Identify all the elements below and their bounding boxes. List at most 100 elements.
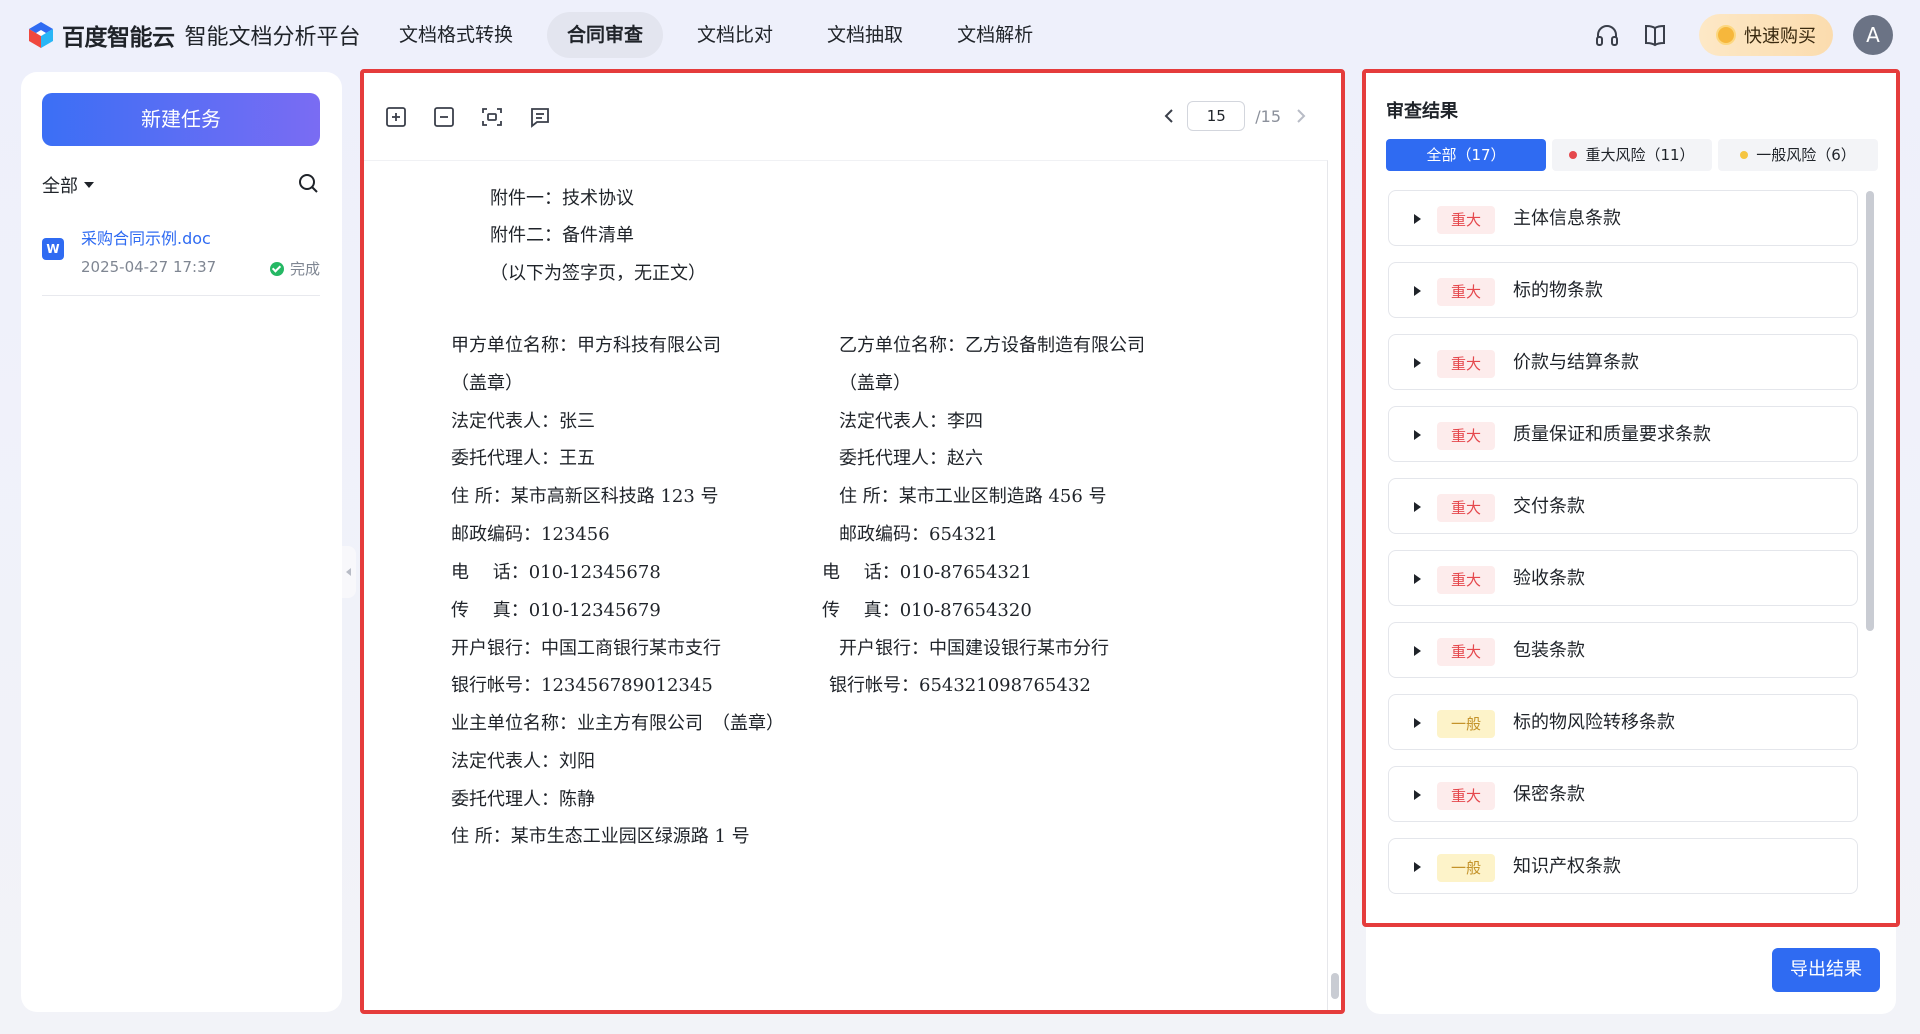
doc-line: （盖章） xyxy=(451,373,523,394)
export-results-button[interactable]: 导出结果 xyxy=(1772,948,1880,992)
doc-line: 邮政编码：654321 xyxy=(839,524,998,545)
quick-buy-button[interactable]: 快速购买 xyxy=(1699,14,1833,56)
nav-tab[interactable]: 文档格式转换 xyxy=(379,12,533,58)
doc-line: 委托代理人：赵六 xyxy=(839,448,983,469)
brand-logo[interactable]: 百度智能云 智能文档分析平台 xyxy=(26,18,361,52)
doc-line: 乙方单位名称：乙方设备制造有限公司 xyxy=(839,335,1145,356)
tab-all-label: 全部（17） xyxy=(1426,146,1506,164)
review-item-label: 价款与结算条款 xyxy=(1513,352,1639,373)
nav-tab[interactable]: 文档抽取 xyxy=(807,12,923,58)
nav-tab[interactable]: 文档解析 xyxy=(937,12,1053,58)
doc-line: 银行帐号：654321098765432 xyxy=(829,675,1091,696)
page-number-input[interactable]: 15 xyxy=(1187,101,1246,131)
review-item-label: 标的物风险转移条款 xyxy=(1513,712,1675,733)
risk-level-badge: 重大 xyxy=(1437,494,1495,522)
document-scrollbar[interactable] xyxy=(1331,973,1339,999)
risk-level-badge: 重大 xyxy=(1437,278,1495,306)
tab-major-label: 重大风险（11） xyxy=(1585,146,1695,164)
zoom-out-icon[interactable] xyxy=(432,105,456,129)
review-item-label: 交付条款 xyxy=(1513,496,1585,517)
review-item-label: 知识产权条款 xyxy=(1513,856,1621,877)
expand-arrow-icon[interactable] xyxy=(1414,286,1421,296)
doc-line: 附件二：备件清单 xyxy=(490,225,634,246)
nav-tab[interactable]: 合同审查 xyxy=(547,12,664,58)
review-item[interactable]: 重大 交付条款 xyxy=(1388,478,1858,534)
review-item[interactable]: 重大 质量保证和质量要求条款 xyxy=(1388,406,1858,462)
chevron-left-icon[interactable] xyxy=(1159,106,1179,126)
review-item[interactable]: 重大 保密条款 xyxy=(1388,766,1858,822)
review-item[interactable]: 一般 标的物风险转移条款 xyxy=(1388,694,1858,750)
doc-line: 住 所：某市高新区科技路 123 号 xyxy=(451,486,719,507)
expand-arrow-icon[interactable] xyxy=(1414,790,1421,800)
doc-line: 传 真：010-12345679 xyxy=(451,600,661,621)
doc-line: 开户银行：中国建设银行某市分行 xyxy=(839,638,1109,659)
risk-level-badge: 重大 xyxy=(1437,638,1495,666)
red-dot-icon xyxy=(1569,151,1578,159)
tab-major-risk[interactable]: 重大风险（11） xyxy=(1552,139,1712,171)
results-scrollbar[interactable] xyxy=(1866,191,1874,631)
doc-line: 住 所：某市生态工业园区绿源路 1 号 xyxy=(451,826,750,847)
doc-line: 业主单位名称：业主方有限公司 （盖章） xyxy=(451,713,784,734)
doc-line: 开户银行：中国工商银行某市支行 xyxy=(451,638,721,659)
expand-arrow-icon[interactable] xyxy=(1414,214,1421,224)
review-item[interactable]: 重大 主体信息条款 xyxy=(1388,190,1858,246)
doc-line: 法定代表人：张三 xyxy=(451,411,595,432)
expand-arrow-icon[interactable] xyxy=(1414,574,1421,584)
sidebar-collapse-handle[interactable] xyxy=(342,546,356,598)
risk-level-badge: 一般 xyxy=(1437,710,1495,738)
check-circle-icon xyxy=(269,261,284,276)
review-item[interactable]: 重大 标的物条款 xyxy=(1388,262,1858,318)
expand-arrow-icon[interactable] xyxy=(1414,646,1421,656)
document-page: 附件一：技术协议 附件二：备件清单 （以下为签字页，无正文） 甲方单位名称：甲方… xyxy=(364,160,1328,1010)
review-item[interactable]: 重大 价款与结算条款 xyxy=(1388,334,1858,390)
review-item[interactable]: 重大 包装条款 xyxy=(1388,622,1858,678)
review-item-label: 验收条款 xyxy=(1513,568,1585,589)
risk-level-badge: 重大 xyxy=(1437,422,1495,450)
search-icon[interactable] xyxy=(297,172,319,194)
page-total: /15 xyxy=(1255,106,1281,126)
yellow-dot-icon xyxy=(1740,151,1749,159)
book-icon[interactable] xyxy=(1640,20,1670,50)
risk-level-badge: 重大 xyxy=(1437,566,1495,594)
doc-line: 甲方单位名称：甲方科技有限公司 xyxy=(451,335,721,356)
review-item-label: 质量保证和质量要求条款 xyxy=(1513,424,1711,445)
doc-line: 住 所：某市工业区制造路 456 号 xyxy=(839,486,1107,507)
expand-arrow-icon[interactable] xyxy=(1414,430,1421,440)
filter-dropdown[interactable]: 全部 xyxy=(42,172,94,198)
risk-level-badge: 重大 xyxy=(1437,206,1495,234)
zoom-in-icon[interactable] xyxy=(384,105,408,129)
task-list-item[interactable]: W 采购合同示例.doc 2025-04-27 17:37 完成 xyxy=(42,220,320,296)
task-status-label: 完成 xyxy=(289,260,320,278)
review-results-panel: 审查结果 全部（17） 重大风险（11） 一般风险（6） 重大 主体信息条款 重大标… xyxy=(1362,69,1900,927)
expand-arrow-icon[interactable] xyxy=(1414,358,1421,368)
risk-level-badge: 重大 xyxy=(1437,350,1495,378)
comment-icon[interactable] xyxy=(528,105,552,129)
expand-arrow-icon[interactable] xyxy=(1414,502,1421,512)
coin-icon xyxy=(1716,25,1736,45)
tab-general-risk[interactable]: 一般风险（6） xyxy=(1718,139,1878,171)
fit-screen-icon[interactable] xyxy=(480,105,504,129)
doc-line: 电 话：010-87654321 xyxy=(822,562,1032,583)
review-item-label: 标的物条款 xyxy=(1513,280,1603,301)
nav-tab[interactable]: 文档比对 xyxy=(677,12,793,58)
user-avatar[interactable]: A xyxy=(1853,15,1893,55)
quick-buy-label: 快速购买 xyxy=(1744,26,1816,47)
tab-all[interactable]: 全部（17） xyxy=(1386,139,1546,171)
doc-line: 传 真：010-87654320 xyxy=(822,600,1032,621)
expand-arrow-icon[interactable] xyxy=(1414,718,1421,728)
expand-arrow-icon[interactable] xyxy=(1414,862,1421,872)
task-status: 完成 xyxy=(269,258,320,279)
doc-line: 附件一：技术协议 xyxy=(490,188,634,209)
review-item[interactable]: 一般 知识产权条款 xyxy=(1388,838,1858,894)
doc-line: （盖章） xyxy=(839,373,911,394)
task-file-name[interactable]: 采购合同示例.doc xyxy=(81,225,211,249)
review-item[interactable]: 重大 验收条款 xyxy=(1388,550,1858,606)
headset-icon[interactable] xyxy=(1592,20,1622,50)
caret-down-icon xyxy=(84,182,94,188)
chevron-right-icon[interactable] xyxy=(1291,106,1311,126)
filter-label: 全部 xyxy=(42,176,78,197)
document-viewer: 15 /15 附件一：技术协议 附件二：备件清单 （以下为签字页，无正文） 甲方… xyxy=(360,69,1345,1014)
review-item-label: 包装条款 xyxy=(1513,640,1585,661)
task-sidebar: 新建任务 全部 W 采购合同示例.doc 2025-04-27 17:37 完成 xyxy=(21,72,342,1012)
new-task-button[interactable]: 新建任务 xyxy=(42,93,320,146)
